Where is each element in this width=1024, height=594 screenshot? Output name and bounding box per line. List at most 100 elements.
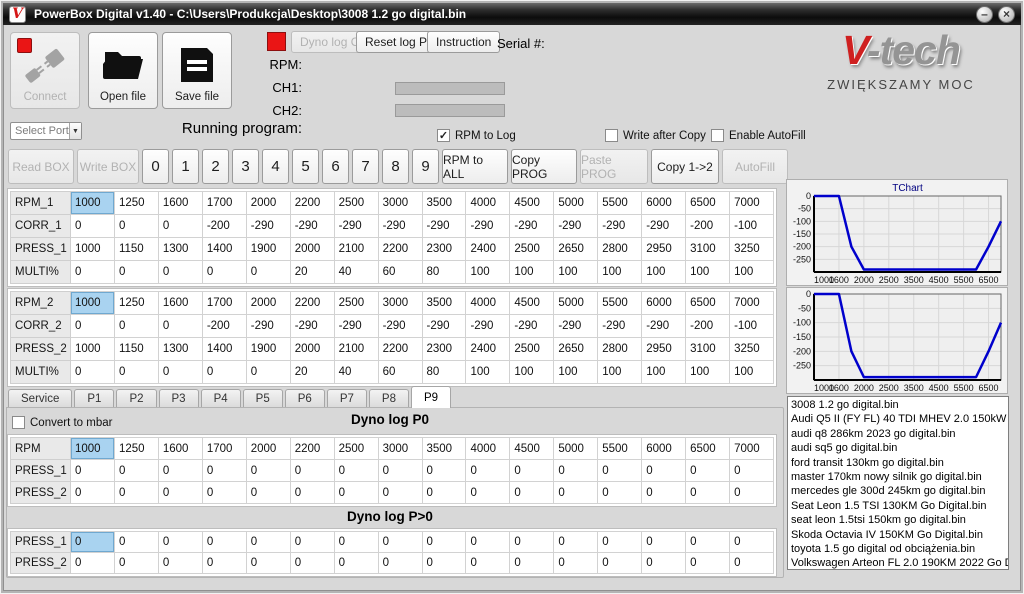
digit-button-4[interactable]: 4	[262, 149, 289, 184]
table-cell[interactable]: 0	[71, 532, 115, 553]
table-cell[interactable]: 1000	[71, 438, 115, 460]
table-cell[interactable]: 0	[202, 261, 246, 284]
table-cell[interactable]: 0	[466, 482, 510, 504]
table-cell[interactable]: 0	[422, 532, 466, 553]
table-cell[interactable]: 6500	[686, 192, 730, 215]
table-cell[interactable]: 1700	[202, 292, 246, 315]
table-cell[interactable]: 0	[114, 261, 158, 284]
copy-prog-button[interactable]: Copy PROG	[511, 149, 577, 184]
table-cell[interactable]: 2000	[246, 192, 290, 215]
table-cell[interactable]: 3000	[378, 192, 422, 215]
table-cell[interactable]: 0	[510, 460, 554, 482]
table-cell[interactable]: 5500	[598, 192, 642, 215]
copy-1-to-2-button[interactable]: Copy 1->2	[651, 149, 719, 184]
table-cell[interactable]: 1600	[158, 292, 202, 315]
table-cell[interactable]: 1300	[158, 338, 202, 361]
table-cell[interactable]: -290	[334, 215, 378, 238]
table-cell[interactable]: -100	[730, 315, 774, 338]
table-cell[interactable]: -200	[686, 215, 730, 238]
table-cell[interactable]: 3000	[378, 292, 422, 315]
table-cell[interactable]: 7000	[730, 192, 774, 215]
table-cell[interactable]: -200	[202, 315, 246, 338]
table-cell[interactable]: -290	[466, 215, 510, 238]
table-cell[interactable]: 1250	[114, 292, 158, 315]
table-cell[interactable]: 2300	[422, 238, 466, 261]
table-cell[interactable]: 0	[71, 261, 115, 284]
tab-service[interactable]: Service	[8, 389, 72, 408]
table-cell[interactable]: 0	[598, 553, 642, 574]
table-cell[interactable]: 0	[598, 460, 642, 482]
table-cell[interactable]: 0	[290, 553, 334, 574]
table-cell[interactable]: 7000	[730, 292, 774, 315]
table-cell[interactable]: 0	[510, 482, 554, 504]
table-cell[interactable]: 80	[422, 261, 466, 284]
table-cell[interactable]: 0	[202, 532, 246, 553]
table-cell[interactable]: 3500	[422, 438, 466, 460]
tab-p8[interactable]: P8	[369, 389, 409, 408]
table-cell[interactable]: 3250	[730, 238, 774, 261]
table-cell[interactable]: 40	[334, 261, 378, 284]
table-cell[interactable]: 0	[202, 460, 246, 482]
table-cell[interactable]: 2200	[290, 292, 334, 315]
table-cell[interactable]: 5000	[554, 438, 598, 460]
table-cell[interactable]: 5000	[554, 192, 598, 215]
minimize-button[interactable]: –	[976, 6, 993, 23]
table-cell[interactable]: 100	[510, 361, 554, 384]
file-list-item[interactable]: Volkswagen Arteon FL 2.0 190KM 2022 Go D…	[791, 556, 1005, 570]
autofill-button[interactable]: AutoFill	[722, 149, 788, 184]
table-cell[interactable]: 60	[378, 261, 422, 284]
table-cell[interactable]: 100	[686, 261, 730, 284]
table-cell[interactable]: -100	[730, 215, 774, 238]
file-list-item[interactable]: master 170km nowy silnik go digital.bin	[791, 470, 1005, 484]
table-cell[interactable]: 2200	[378, 338, 422, 361]
table-cell[interactable]: -290	[422, 315, 466, 338]
table-cell[interactable]: 1400	[202, 338, 246, 361]
tab-p7[interactable]: P7	[327, 389, 367, 408]
tab-p6[interactable]: P6	[285, 389, 325, 408]
table-cell[interactable]: 2500	[510, 238, 554, 261]
table-cell[interactable]: 3100	[686, 238, 730, 261]
table-cell[interactable]: 4000	[466, 192, 510, 215]
table-cell[interactable]: 100	[642, 261, 686, 284]
table-cell[interactable]: 2500	[510, 338, 554, 361]
table-cell[interactable]: 5500	[598, 292, 642, 315]
table-cell[interactable]: 100	[642, 361, 686, 384]
table-cell[interactable]: 2200	[378, 238, 422, 261]
table-cell[interactable]: 100	[554, 361, 598, 384]
table-cell[interactable]: 0	[71, 361, 115, 384]
table-cell[interactable]: 100	[598, 361, 642, 384]
file-list-item[interactable]: 3008 1.2 go digital.bin	[791, 398, 1005, 412]
table-cell[interactable]: 2400	[466, 338, 510, 361]
table-cell[interactable]: 0	[246, 532, 290, 553]
table-cell[interactable]: 0	[158, 532, 202, 553]
table-cell[interactable]: 6500	[686, 292, 730, 315]
table-cell[interactable]: 0	[71, 315, 115, 338]
table-cell[interactable]: 0	[158, 553, 202, 574]
table-cell[interactable]: 0	[158, 460, 202, 482]
table-cell[interactable]: 6000	[642, 292, 686, 315]
write-box-button[interactable]: Write BOX	[77, 149, 139, 184]
table-cell[interactable]: 0	[114, 315, 158, 338]
table-cell[interactable]: 100	[686, 361, 730, 384]
table-cell[interactable]: 4500	[510, 192, 554, 215]
table-cell[interactable]: 0	[686, 460, 730, 482]
table-cell[interactable]: 0	[290, 482, 334, 504]
table-cell[interactable]: 1600	[158, 192, 202, 215]
table-cell[interactable]: 2000	[246, 292, 290, 315]
table-cell[interactable]: 0	[202, 361, 246, 384]
table-cell[interactable]: 0	[422, 553, 466, 574]
table-cell[interactable]: 3250	[730, 338, 774, 361]
table-cell[interactable]: 0	[202, 553, 246, 574]
table-cell[interactable]: 100	[598, 261, 642, 284]
table-cell[interactable]: 1300	[158, 238, 202, 261]
table-cell[interactable]: 0	[730, 460, 774, 482]
table-cell[interactable]: 2100	[334, 238, 378, 261]
table-cell[interactable]: -290	[642, 315, 686, 338]
table-cell[interactable]: 0	[466, 532, 510, 553]
table-cell[interactable]: 3000	[378, 438, 422, 460]
table-cell[interactable]: -200	[686, 315, 730, 338]
tab-p3[interactable]: P3	[159, 389, 199, 408]
table-cell[interactable]: 1900	[246, 238, 290, 261]
table-cell[interactable]: 4500	[510, 292, 554, 315]
table-cell[interactable]: 0	[246, 460, 290, 482]
